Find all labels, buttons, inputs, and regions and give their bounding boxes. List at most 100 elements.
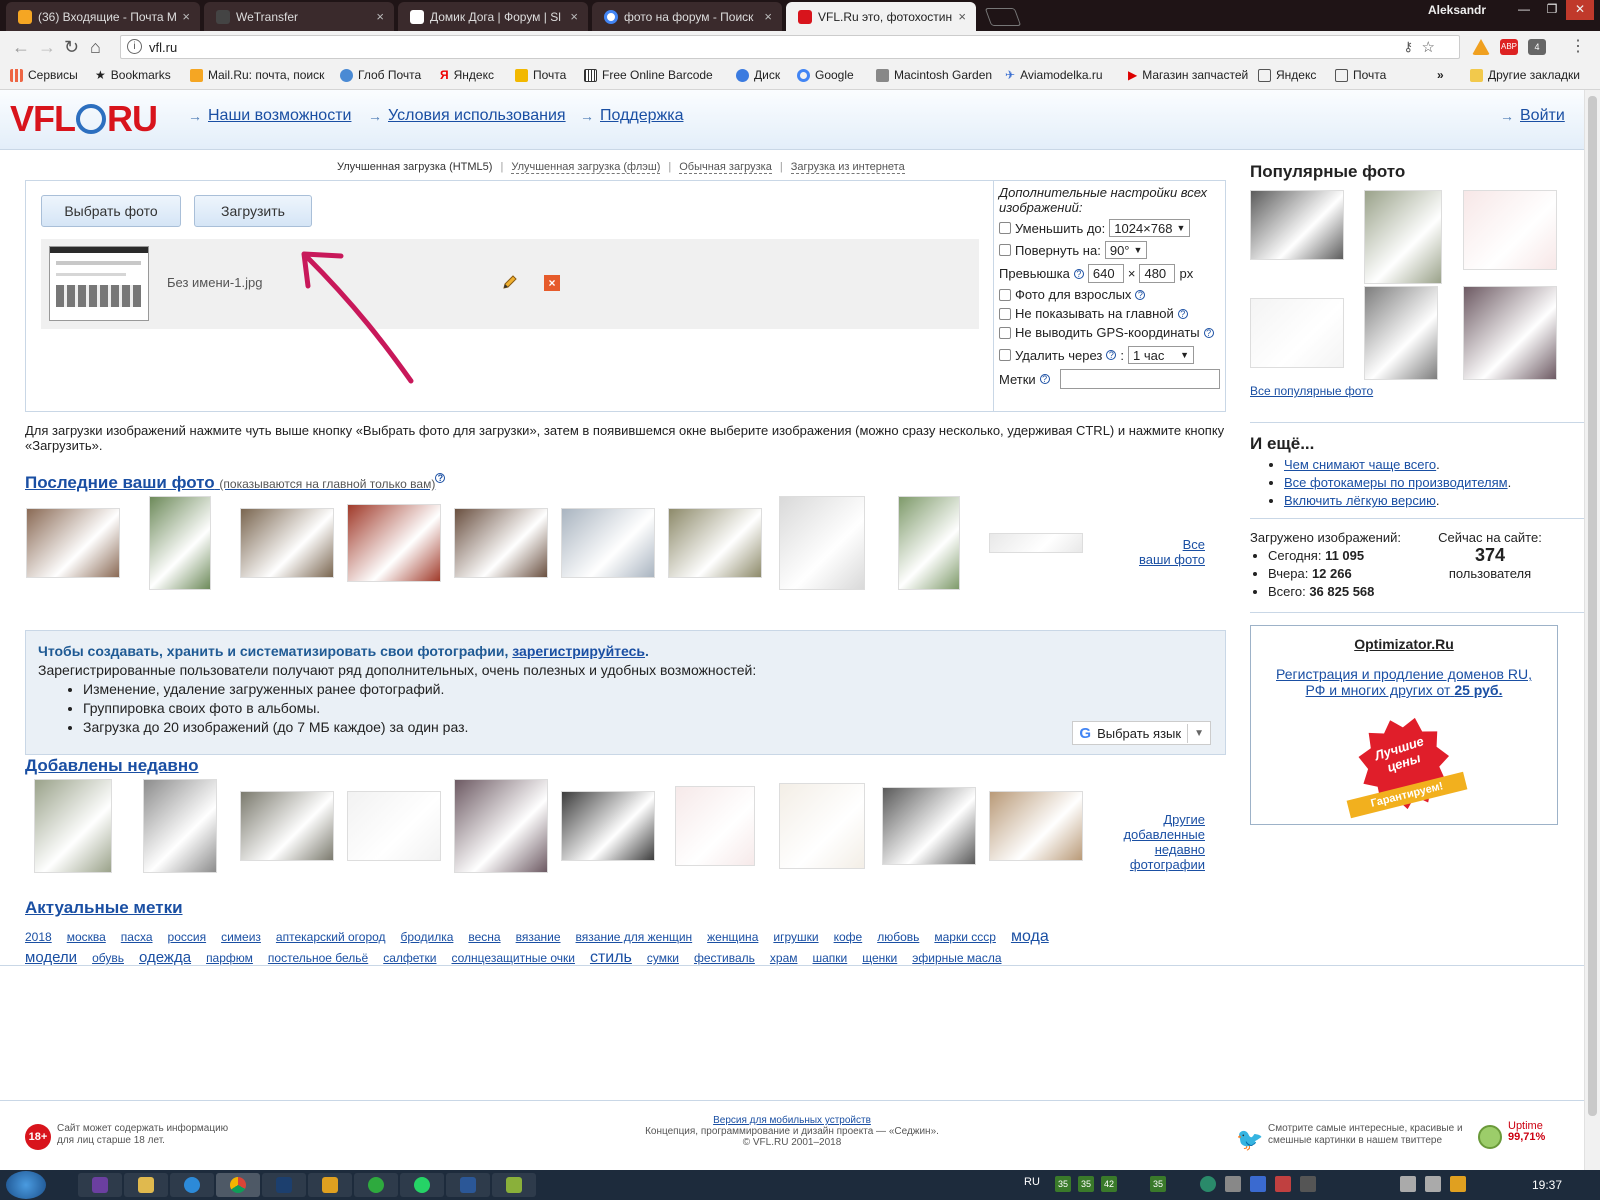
back-arrow-icon[interactable]: ←: [12, 37, 30, 57]
photo-thumbnail[interactable]: [668, 507, 762, 578]
tag-link[interactable]: парфюм: [206, 951, 253, 965]
auto-delete-checkbox[interactable]: [999, 349, 1011, 361]
language-select[interactable]: G Выбрать язык ▼: [1072, 721, 1211, 745]
choose-photo-button[interactable]: Выбрать фото: [41, 195, 181, 227]
taskbar-app2[interactable]: [354, 1173, 398, 1197]
all-popular-link[interactable]: Все популярные фото: [1250, 384, 1373, 398]
scrollbar-thumb[interactable]: [1588, 96, 1597, 1116]
taskbar-media[interactable]: [308, 1173, 352, 1197]
bookmark-pochta-2[interactable]: Почта: [1335, 68, 1386, 82]
cameras-by-brand-link[interactable]: Все фотокамеры по производителям: [1284, 475, 1508, 490]
hide-main-checkbox[interactable]: [999, 307, 1011, 320]
bookmark-star-icon[interactable]: ☆: [1422, 38, 1435, 56]
tray-icon[interactable]: [1250, 1176, 1266, 1192]
start-button[interactable]: [6, 1171, 46, 1199]
ad-banner[interactable]: Optimizator.Ru Регистрация и продление д…: [1250, 625, 1558, 825]
key-icon[interactable]: ⚷: [1403, 39, 1413, 55]
tag-link[interactable]: эфирные масла: [912, 951, 1001, 965]
recent-more-link[interactable]: Другие добавленные недавно фотографии: [1120, 812, 1205, 872]
tag-link[interactable]: симеиз: [221, 930, 261, 944]
bookmark-yandex-2[interactable]: Яндекс: [1258, 68, 1316, 82]
tag-link[interactable]: обувь: [92, 951, 124, 965]
tag-link[interactable]: весна: [468, 930, 500, 944]
taskbar-app4[interactable]: [492, 1173, 536, 1197]
input-language[interactable]: RU: [1024, 1176, 1040, 1188]
your-photos-title[interactable]: Последние ваши фото (показываются на гла…: [25, 473, 446, 493]
close-tab-icon[interactable]: ×: [958, 9, 966, 24]
popular-photo[interactable]: [1364, 286, 1438, 380]
extension-badge-icon[interactable]: 4: [1528, 39, 1546, 55]
clock[interactable]: 19:37: [1532, 1178, 1562, 1192]
rotate-select[interactable]: 90° ▼: [1104, 241, 1148, 259]
browser-tab-google[interactable]: фото на форум - Поиск ×: [592, 2, 782, 31]
browser-profile-name[interactable]: Aleksandr: [1428, 3, 1486, 17]
popular-photo[interactable]: [1250, 190, 1344, 260]
close-tab-icon[interactable]: ×: [182, 9, 190, 24]
popular-photo[interactable]: [1364, 190, 1442, 284]
photo-thumbnail[interactable]: [989, 790, 1083, 861]
photo-thumbnail[interactable]: [26, 507, 120, 578]
help-icon[interactable]: ?: [1203, 327, 1214, 338]
network-icon[interactable]: [1400, 1176, 1416, 1192]
reduce-select[interactable]: 1024×768 ▼: [1109, 219, 1191, 237]
browser-menu-icon[interactable]: ⋮: [1570, 37, 1586, 57]
help-icon[interactable]: ?: [1073, 268, 1084, 279]
popular-photo[interactable]: [1463, 286, 1557, 380]
tag-link[interactable]: вязание: [516, 930, 561, 944]
tag-link[interactable]: стиль: [590, 949, 632, 966]
reload-icon[interactable]: ↻: [64, 37, 79, 57]
tag-link[interactable]: аптекарский огород: [276, 930, 386, 944]
taskbar-word[interactable]: [446, 1173, 490, 1197]
tray-temp-icon[interactable]: 35: [1055, 1176, 1071, 1192]
photo-thumbnail[interactable]: [240, 790, 334, 861]
ad-text[interactable]: Регистрация и продление доменов RU, РФ и…: [1269, 666, 1539, 698]
tray-icon[interactable]: [1225, 1176, 1241, 1192]
bookmark-glob-pochta[interactable]: Глоб Почта: [340, 68, 421, 82]
photo-thumbnail[interactable]: [898, 495, 960, 590]
mode-simple[interactable]: Обычная загрузка: [679, 161, 772, 174]
all-your-photos-link[interactable]: Все ваши фото: [1120, 537, 1205, 567]
camera-stats-link[interactable]: Чем снимают чаще всего: [1284, 457, 1436, 472]
maximize-window-icon[interactable]: ❐: [1538, 0, 1566, 20]
popular-photo[interactable]: [1463, 190, 1557, 270]
tag-link[interactable]: фестиваль: [694, 951, 755, 965]
bookmark-services[interactable]: Сервисы: [10, 68, 78, 82]
tag-link[interactable]: россия: [168, 930, 207, 944]
ad-title[interactable]: Optimizator.Ru: [1251, 636, 1557, 652]
tag-link[interactable]: шапки: [813, 951, 848, 965]
tag-link[interactable]: пасха: [121, 930, 153, 944]
login-link[interactable]: → Войти: [1500, 107, 1565, 125]
photo-thumbnail[interactable]: [347, 790, 441, 861]
popular-photo[interactable]: [1250, 298, 1344, 368]
photo-thumbnail[interactable]: [989, 532, 1083, 553]
tag-link[interactable]: любовь: [877, 930, 919, 944]
delete-icon[interactable]: ×: [544, 275, 560, 291]
address-bar[interactable]: i vfl.ru ⚷ ☆: [120, 35, 1460, 59]
close-tab-icon[interactable]: ×: [764, 9, 772, 24]
bookmarks-overflow[interactable]: »: [1437, 68, 1444, 82]
close-window-icon[interactable]: ✕: [1566, 0, 1594, 20]
light-version-link[interactable]: Включить лёгкую версию: [1284, 493, 1436, 508]
photo-thumbnail[interactable]: [561, 790, 655, 861]
mode-html5[interactable]: Улучшенная загрузка (HTML5): [337, 161, 492, 173]
forward-arrow-icon[interactable]: →: [38, 37, 56, 57]
adblock-extension-icon[interactable]: ABP: [1500, 39, 1518, 55]
tag-link[interactable]: постельное бельё: [268, 951, 368, 965]
tag-link[interactable]: 2018: [25, 930, 52, 944]
twitter-bird-icon[interactable]: 🐦: [1236, 1127, 1263, 1153]
mobile-version-link[interactable]: Версия для мобильных устройств: [713, 1115, 871, 1126]
browser-tab-mail[interactable]: (36) Входящие - Почта M ×: [6, 2, 200, 31]
tray-temp-icon[interactable]: 35: [1150, 1176, 1166, 1192]
photo-thumbnail[interactable]: [34, 778, 112, 873]
photo-thumbnail[interactable]: [347, 503, 441, 582]
tray-temp-icon[interactable]: 35: [1078, 1176, 1094, 1192]
thumb-height-input[interactable]: 480: [1139, 264, 1176, 283]
recent-title[interactable]: Добавлены недавно: [25, 756, 199, 776]
site-logo[interactable]: VFL RU: [10, 98, 158, 140]
home-icon[interactable]: ⌂: [90, 37, 101, 57]
tags-input[interactable]: [1059, 369, 1220, 389]
volume-icon[interactable]: [1425, 1176, 1441, 1192]
photo-thumbnail[interactable]: [779, 782, 865, 869]
tag-link[interactable]: солнцезащитные очки: [452, 951, 575, 965]
taskbar-app3[interactable]: [400, 1173, 444, 1197]
